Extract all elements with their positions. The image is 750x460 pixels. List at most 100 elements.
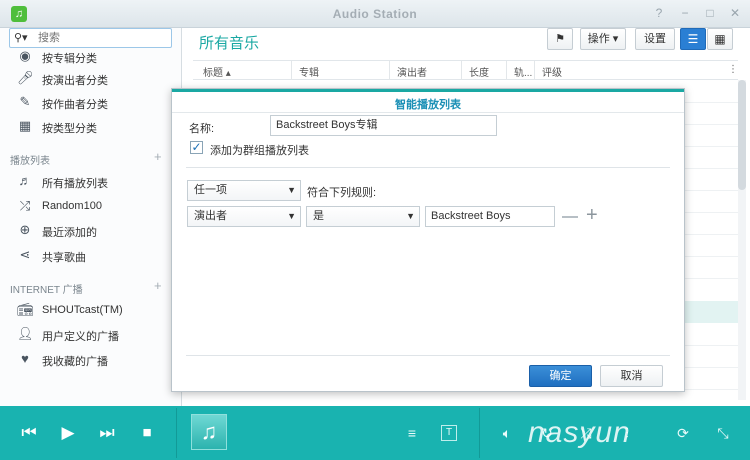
column-title[interactable]: 标题 ▴ [203, 64, 231, 79]
stop-icon[interactable]: ■ [136, 422, 158, 444]
sidebar-item-label: 我收藏的广播 [42, 356, 108, 368]
playlist-icon: ♬ [18, 173, 32, 188]
grid-view-icon[interactable]: ▦ [707, 28, 733, 50]
search-icon[interactable]: ⚲▾ [14, 32, 34, 45]
album-art-icon[interactable]: ♫ [191, 414, 227, 450]
add-radio-icon[interactable]: + [154, 278, 162, 293]
remove-rule-icon[interactable] [562, 216, 578, 218]
action-button-label: 操作 [587, 33, 610, 45]
settings-button[interactable]: 设置 [635, 28, 675, 50]
sidebar-item-composer[interactable]: ✎ 按作曲者分类 [0, 91, 181, 113]
title-bar: ♫ Audio Station ? − □ ✕ [0, 0, 750, 28]
sidebar-item-label: 共享歌曲 [42, 252, 86, 264]
radio-section-header: INTERNET 广播 + [0, 278, 181, 296]
radio-section-label: INTERNET 广播 [10, 285, 83, 296]
action-button[interactable]: 操作 ▾ [580, 28, 626, 50]
divider [186, 167, 670, 168]
play-queue-icon[interactable]: ≡ [402, 423, 422, 443]
group-playlist-label[interactable]: 添加为群组播放列表 [210, 142, 309, 158]
pen-icon: ✎ [19, 94, 31, 109]
next-icon[interactable]: ⏭ [96, 422, 118, 444]
ok-button[interactable]: 确定 [529, 365, 592, 387]
sidebar-item-label: 按作曲者分类 [42, 99, 108, 111]
playlist-name-field[interactable]: Backstreet Boys专辑 [270, 115, 497, 136]
lyrics-icon[interactable]: T [441, 425, 457, 441]
search-input[interactable] [38, 31, 168, 45]
filter-icon[interactable]: ⚑ [547, 28, 573, 50]
divider [186, 355, 670, 356]
sidebar-item-shoutcast[interactable]: 📻︎ SHOUTcast(TM) [0, 299, 181, 321]
match-rules-label: 符合下列规则: [307, 187, 377, 199]
sidebar-item-random100[interactable]: ⤮ Random100 [0, 195, 181, 217]
sidebar: ⚲▾ ◉ 按专辑分类 🎤︎ 按演出者分类 ✎ 按作曲者分类 ▦ 按类型分类 播放… [0, 28, 182, 406]
cancel-button[interactable]: 取消 [600, 365, 663, 387]
add-rule-icon[interactable]: + [586, 205, 598, 225]
divider [479, 408, 480, 458]
column-rating[interactable]: 评级 [542, 64, 562, 79]
sidebar-item-label: 最近添加的 [42, 227, 97, 239]
scrollbar-thumb[interactable] [738, 80, 746, 190]
sidebar-item-label: 按类型分类 [42, 123, 97, 135]
smart-playlist-dialog: 智能播放列表 名称: Backstreet Boys专辑 ✓ 添加为群组播放列表… [171, 88, 685, 392]
share-icon: ⋖ [19, 247, 31, 262]
rule-operator-value: 是 [313, 210, 324, 222]
volume-icon[interactable]: 🔈︎ [497, 423, 517, 443]
playlist-section-label: 播放列表 [10, 156, 50, 167]
microphone-icon: 🎤︎ [17, 70, 34, 85]
window-title: Audio Station [332, 7, 418, 21]
user-icon: 👤︎ [17, 326, 34, 341]
grid-icon: ▦ [18, 118, 32, 133]
column-divider [291, 61, 292, 80]
match-mode-select[interactable]: 任一项 ▼ [187, 180, 301, 201]
sidebar-item-label: Random100 [42, 200, 102, 212]
sidebar-item-user-radio[interactable]: 👤︎ 用户定义的广播 [0, 323, 181, 345]
sidebar-item-artist[interactable]: 🎤︎ 按演出者分类 [0, 67, 181, 89]
column-divider [534, 61, 535, 80]
sidebar-item-label: 所有播放列表 [42, 178, 108, 190]
rule-field-select[interactable]: 演出者 ▼ [187, 206, 301, 227]
sidebar-item-shared-songs[interactable]: ⋖ 共享歌曲 [0, 244, 181, 266]
column-track[interactable]: 轨... [514, 64, 532, 79]
sidebar-item-label: 按专辑分类 [42, 53, 97, 65]
rule-operator-select[interactable]: 是 ▼ [306, 206, 420, 227]
list-view-icon[interactable]: ☰ [680, 28, 706, 50]
divider [176, 408, 177, 458]
dialog-header: 智能播放列表 [172, 89, 684, 113]
sidebar-item-all-playlists[interactable]: ♬ 所有播放列表 [0, 170, 181, 192]
chevron-down-icon: ▼ [287, 211, 296, 221]
column-album[interactable]: 专辑 [299, 64, 319, 79]
column-artist[interactable]: 演出者 [397, 64, 427, 79]
close-icon[interactable]: ✕ [728, 6, 742, 20]
rule-value-field[interactable]: Backstreet Boys [425, 206, 555, 227]
disc-icon: ◉ [19, 48, 31, 63]
column-length[interactable]: 长度 [469, 64, 489, 79]
chevron-down-icon: ▼ [406, 211, 415, 221]
sidebar-item-label: SHOUTcast(TM) [42, 304, 123, 316]
shuffle-icon: ⤮ [19, 198, 31, 213]
sidebar-item-label: 用户定义的广播 [42, 331, 119, 343]
maximize-icon[interactable]: □ [703, 6, 717, 20]
sidebar-item-favorite-radio[interactable]: ♥ 我收藏的广播 [0, 348, 181, 370]
minimize-icon[interactable]: − [678, 6, 692, 20]
heart-icon: ♥ [21, 351, 29, 366]
play-icon[interactable]: ▶ [57, 422, 79, 444]
add-playlist-icon[interactable]: + [154, 149, 162, 164]
sidebar-item-recently-added[interactable]: ⊕ 最近添加的 [0, 219, 181, 241]
page-title: 所有音乐 [199, 35, 260, 52]
sidebar-item-album[interactable]: ◉ 按专辑分类 [0, 45, 181, 67]
dialog-title: 智能播放列表 [395, 99, 461, 111]
sidebar-item-label: 按演出者分类 [42, 75, 108, 87]
radio-icon: 📻︎ [17, 302, 34, 317]
help-icon[interactable]: ? [652, 6, 666, 20]
previous-icon[interactable]: ⏮ [18, 422, 40, 444]
group-playlist-checkbox[interactable]: ✓ [190, 141, 203, 154]
rule-field-value: 演出者 [194, 210, 227, 222]
column-menu-icon[interactable]: ⋮ [728, 64, 738, 75]
scrollbar[interactable] [738, 80, 746, 400]
watermark-logo: nasyun [528, 416, 631, 449]
playlist-section-header: 播放列表 + [0, 149, 181, 167]
column-divider [389, 61, 390, 80]
match-mode-value: 任一项 [194, 184, 227, 196]
column-divider [506, 61, 507, 80]
sidebar-item-genre[interactable]: ▦ 按类型分类 [0, 115, 181, 137]
